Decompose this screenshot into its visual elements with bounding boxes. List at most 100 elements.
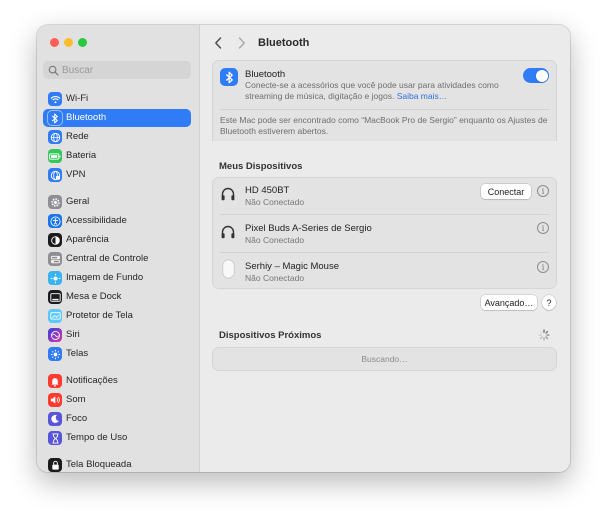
sidebar-item-label: Notificações bbox=[66, 375, 118, 386]
device-status: Não Conectado bbox=[245, 235, 305, 245]
sidebar-item-telas[interactable]: Telas bbox=[43, 345, 191, 363]
control-center-icon bbox=[48, 252, 62, 266]
spinner-icon bbox=[538, 329, 550, 341]
device-row-hd-450bt[interactable]: HD 450BT Não Conectado Conectar i bbox=[212, 177, 557, 214]
main-pane: Bluetooth Bluetooth Conecte-se a acessór… bbox=[200, 25, 570, 472]
help-button[interactable]: ? bbox=[542, 295, 556, 310]
battery-icon bbox=[48, 149, 62, 163]
sidebar-item-label: Acessibilidade bbox=[66, 215, 127, 226]
info-button[interactable]: i bbox=[537, 222, 549, 234]
sidebar: Wi-Fi Bluetooth Rede Bateria VPN bbox=[37, 25, 200, 472]
sidebar-item-som[interactable]: Som bbox=[43, 391, 191, 409]
accessibility-icon bbox=[48, 214, 62, 228]
siri-icon bbox=[48, 328, 62, 342]
forward-button[interactable] bbox=[235, 35, 249, 51]
info-button[interactable]: i bbox=[537, 185, 549, 197]
sidebar-item-tempo-de-uso[interactable]: Tempo de Uso bbox=[43, 429, 191, 447]
vpn-icon bbox=[48, 168, 62, 182]
sidebar-item-protetor-de-tela[interactable]: Protetor de Tela bbox=[43, 307, 191, 325]
sidebar-item-label: Mesa e Dock bbox=[66, 291, 122, 302]
sidebar-item-label: Imagem de Fundo bbox=[66, 272, 144, 283]
sidebar-item-label: Protetor de Tela bbox=[66, 310, 133, 321]
divider bbox=[220, 109, 549, 110]
close-window-button[interactable] bbox=[50, 38, 59, 47]
my-devices-title: Meus Dispositivos bbox=[219, 161, 303, 172]
mouse-icon bbox=[222, 259, 235, 279]
sidebar-item-label: Bateria bbox=[66, 150, 97, 161]
learn-more-link[interactable]: Saiba mais… bbox=[397, 91, 448, 101]
bluetooth-description-line1: Conecte-se a acessórios que você pode us… bbox=[245, 80, 499, 90]
search-icon bbox=[48, 65, 59, 76]
sidebar-item-label: Wi-Fi bbox=[66, 93, 89, 104]
zoom-window-button[interactable] bbox=[78, 38, 87, 47]
device-row-magic-mouse[interactable]: Serhiy – Magic Mouse Não Conectado i bbox=[212, 253, 557, 289]
sidebar-item-label: Som bbox=[66, 394, 86, 405]
advanced-button[interactable]: Avançado… bbox=[481, 295, 537, 310]
sidebar-item-label: VPN bbox=[66, 169, 86, 180]
toggle-knob bbox=[535, 69, 548, 82]
device-row-pixel-buds[interactable]: Pixel Buds A-Series de Sergio Não Conect… bbox=[212, 215, 557, 252]
sidebar-item-wifi[interactable]: Wi-Fi bbox=[43, 90, 191, 108]
bluetooth-icon bbox=[220, 68, 238, 86]
sidebar-item-bluetooth[interactable]: Bluetooth bbox=[43, 109, 191, 127]
sidebar-item-geral[interactable]: Geral bbox=[43, 193, 191, 211]
bluetooth-label: Bluetooth bbox=[245, 69, 286, 80]
sidebar-item-label: Central de Controle bbox=[66, 253, 149, 264]
sidebar-item-label: Foco bbox=[66, 413, 88, 424]
sidebar-item-mesa-e-dock[interactable]: Mesa e Dock bbox=[43, 288, 191, 306]
sidebar-item-label: Bluetooth bbox=[66, 112, 107, 123]
sidebar-item-label: Siri bbox=[66, 329, 80, 340]
device-status: Não Conectado bbox=[245, 197, 305, 207]
sidebar-item-vpn[interactable]: VPN bbox=[43, 166, 191, 184]
device-status: Não Conectado bbox=[245, 273, 305, 283]
displays-icon bbox=[48, 347, 62, 361]
page-title: Bluetooth bbox=[258, 37, 310, 49]
discoverable-text-line1: Este Mac pode ser encontrado como “MacBo… bbox=[220, 115, 548, 125]
bluetooth-description: streaming de música, digitação e jogos. … bbox=[245, 91, 447, 101]
nearby-devices-title: Dispositivos Próximos bbox=[219, 330, 322, 341]
headphones-icon bbox=[221, 187, 235, 201]
minimize-window-button[interactable] bbox=[64, 38, 73, 47]
sidebar-item-foco[interactable]: Foco bbox=[43, 410, 191, 428]
sidebar-item-tela-bloqueada[interactable]: Tela Bloqueada bbox=[43, 456, 191, 472]
chevron-right-icon bbox=[238, 37, 245, 49]
back-button[interactable] bbox=[211, 35, 225, 51]
gear-icon bbox=[48, 195, 62, 209]
sidebar-item-aparencia[interactable]: Aparência bbox=[43, 231, 191, 249]
sidebar-item-label: Tela Bloqueada bbox=[66, 459, 132, 470]
sidebar-item-label: Geral bbox=[66, 196, 90, 207]
lock-screen-icon bbox=[48, 458, 62, 472]
sidebar-item-central-de-controle[interactable]: Central de Controle bbox=[43, 250, 191, 268]
search-input[interactable] bbox=[62, 62, 182, 78]
wallpaper-icon bbox=[48, 271, 62, 285]
hourglass-icon bbox=[48, 431, 62, 445]
chevron-left-icon bbox=[215, 37, 222, 49]
nearby-devices-card: Buscando… bbox=[212, 347, 557, 371]
sidebar-item-bateria[interactable]: Bateria bbox=[43, 147, 191, 165]
devices-card: HD 450BT Não Conectado Conectar i Pixel … bbox=[212, 177, 557, 289]
connect-button[interactable]: Conectar bbox=[481, 184, 531, 199]
desktop-dock-icon bbox=[48, 290, 62, 304]
headphones-icon bbox=[221, 225, 235, 239]
appearance-icon bbox=[48, 233, 62, 247]
device-name: Pixel Buds A-Series de Sergio bbox=[245, 223, 372, 234]
sidebar-item-label: Aparência bbox=[66, 234, 109, 245]
globe-icon bbox=[48, 130, 62, 144]
bluetooth-description-line2: streaming de música, digitação e jogos. bbox=[245, 91, 395, 101]
discoverable-text-line2: Bluetooth estiverem abertos. bbox=[220, 126, 329, 136]
sidebar-item-notificacoes[interactable]: Notificações bbox=[43, 372, 191, 390]
sidebar-item-label: Rede bbox=[66, 131, 89, 142]
wifi-icon bbox=[48, 92, 62, 106]
sidebar-item-imagem-de-fundo[interactable]: Imagem de Fundo bbox=[43, 269, 191, 287]
screensaver-icon bbox=[48, 309, 62, 323]
sidebar-item-siri[interactable]: Siri bbox=[43, 326, 191, 344]
sidebar-item-label: Tempo de Uso bbox=[66, 432, 128, 443]
bluetooth-toggle[interactable] bbox=[523, 68, 549, 83]
search-field[interactable] bbox=[43, 61, 191, 79]
settings-window: Wi-Fi Bluetooth Rede Bateria VPN bbox=[37, 25, 570, 472]
bluetooth-icon bbox=[48, 111, 62, 125]
sidebar-item-rede[interactable]: Rede bbox=[43, 128, 191, 146]
searching-status: Buscando… bbox=[361, 354, 408, 364]
info-button[interactable]: i bbox=[537, 261, 549, 273]
sidebar-item-acessibilidade[interactable]: Acessibilidade bbox=[43, 212, 191, 230]
